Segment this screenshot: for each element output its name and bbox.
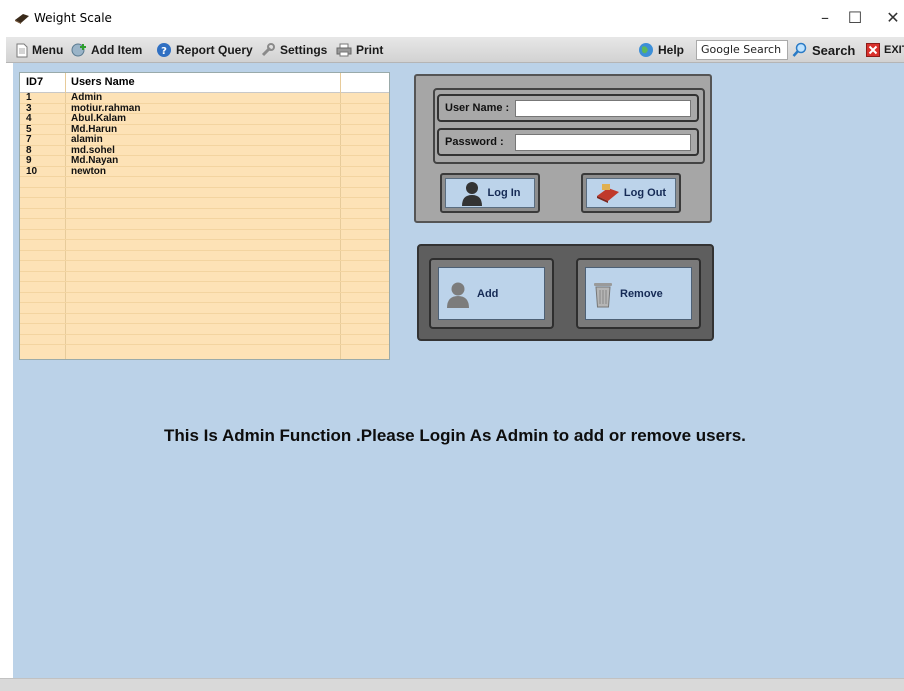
search-icon [792,42,807,57]
password-input[interactable] [515,134,691,151]
cell-id: 1 [26,92,32,103]
log-out-label: Log Out [623,187,667,199]
exit-icon [866,43,880,57]
printer-icon [336,43,352,57]
search-button[interactable]: Search [792,37,855,63]
cell-user-name: alamin [71,134,103,145]
empty-row [20,293,389,303]
cell-id: 9 [26,155,32,166]
cell-id: 5 [26,123,32,135]
exit-button[interactable]: EXIT [866,37,904,63]
add-label: Add [477,287,499,300]
empty-row [20,219,389,230]
logout-icon [596,184,619,203]
empty-row [20,314,389,324]
empty-row [20,209,389,219]
status-bar [0,678,904,691]
print-label: Print [356,43,384,57]
users-grid[interactable]: ID7 Users Name 1 Admin 3 motiur.rahman 4 Ab… [19,72,390,360]
empty-row [20,282,389,293]
remove-label: Remove [620,287,663,300]
report-query-label: Report Query [176,43,253,57]
empty-row [20,177,389,188]
cell-id: 7 [26,134,32,145]
admin-panel: Add Remove [417,244,714,341]
empty-row [20,272,389,282]
admin-notice-text: This Is Admin Function .Please Login As … [164,426,746,445]
log-out-button[interactable]: Log Out [581,173,681,213]
minimize-button[interactable]: – [810,4,840,32]
settings-label: Settings [280,43,328,57]
print-button[interactable]: Print [336,37,383,63]
empty-row [20,335,389,345]
svg-text:?: ? [161,46,167,57]
user-icon [461,182,482,206]
cell-user-name: Admin [71,92,103,103]
log-in-button[interactable]: Log In [440,173,540,213]
column-header-users-name[interactable]: Users Name [71,76,135,88]
log-in-label: Log In [487,187,521,199]
cell-user-name: Md.Nayan [71,155,119,166]
globe-icon [639,43,653,57]
empty-row [20,240,389,251]
empty-row [20,188,389,198]
help-circle-icon: ? [157,43,171,57]
title-bar: Weight Scale – ☐ ✕ [0,0,904,37]
cell-user-name: Abul.Kalam [71,113,127,124]
cell-id: 10 [26,165,38,177]
help-button[interactable]: Help [638,37,684,63]
empty-row [20,261,389,272]
empty-row [20,198,389,209]
username-label: User Name : [445,102,510,114]
maximize-button[interactable]: ☐ [840,4,870,32]
main-toolbar: Menu Add Item ? Report Query Settings Pr… [6,37,904,63]
remove-user-button[interactable]: Remove [576,258,701,329]
add-user-button[interactable]: Add [429,258,554,329]
password-label: Password : [445,136,504,148]
empty-row [20,230,389,240]
wrench-icon [261,43,275,57]
add-item-label: Add Item [91,43,143,57]
empty-row [20,303,389,314]
empty-row [20,251,389,261]
exit-label: EXIT [884,44,904,56]
cell-id: 4 [26,113,32,124]
document-icon [16,43,28,57]
google-search-input[interactable]: Google Search [696,40,788,60]
help-label: Help [658,43,685,57]
window-title: Weight Scale [34,11,112,25]
trash-icon [594,282,612,307]
cell-user-name: Md.Harun [71,123,118,135]
cell-user-name: motiur.rahman [71,102,141,114]
close-button[interactable]: ✕ [878,4,904,32]
add-item-icon [71,43,86,57]
cell-id: 8 [26,144,32,156]
add-item-button[interactable]: Add Item [71,37,142,63]
scale-app-icon [15,14,29,24]
cell-user-name: newton [71,165,106,177]
cell-id: 3 [26,102,32,114]
credentials-group: User Name : Password : [433,88,705,164]
menu-button[interactable]: Menu [16,37,63,63]
login-panel: User Name : Password : Log In Log Out [414,74,712,223]
username-input[interactable] [515,100,691,117]
grid-body: 1 Admin 3 motiur.rahman 4 Abul.Kalam 5 Md.Ha… [20,92,389,345]
search-label: Search [812,42,856,58]
column-header-id[interactable]: ID7 [26,76,43,88]
password-row: Password : [437,128,699,156]
settings-button[interactable]: Settings [260,37,327,63]
grid-header: ID7 Users Name [20,73,389,93]
empty-row [20,324,389,335]
user-icon [447,282,469,308]
report-query-button[interactable]: ? Report Query [156,37,253,63]
table-row[interactable]: 10 newton [20,165,389,177]
cell-user-name: md.sohel [71,144,115,156]
menu-label: Menu [32,43,64,57]
username-row: User Name : [437,94,699,122]
